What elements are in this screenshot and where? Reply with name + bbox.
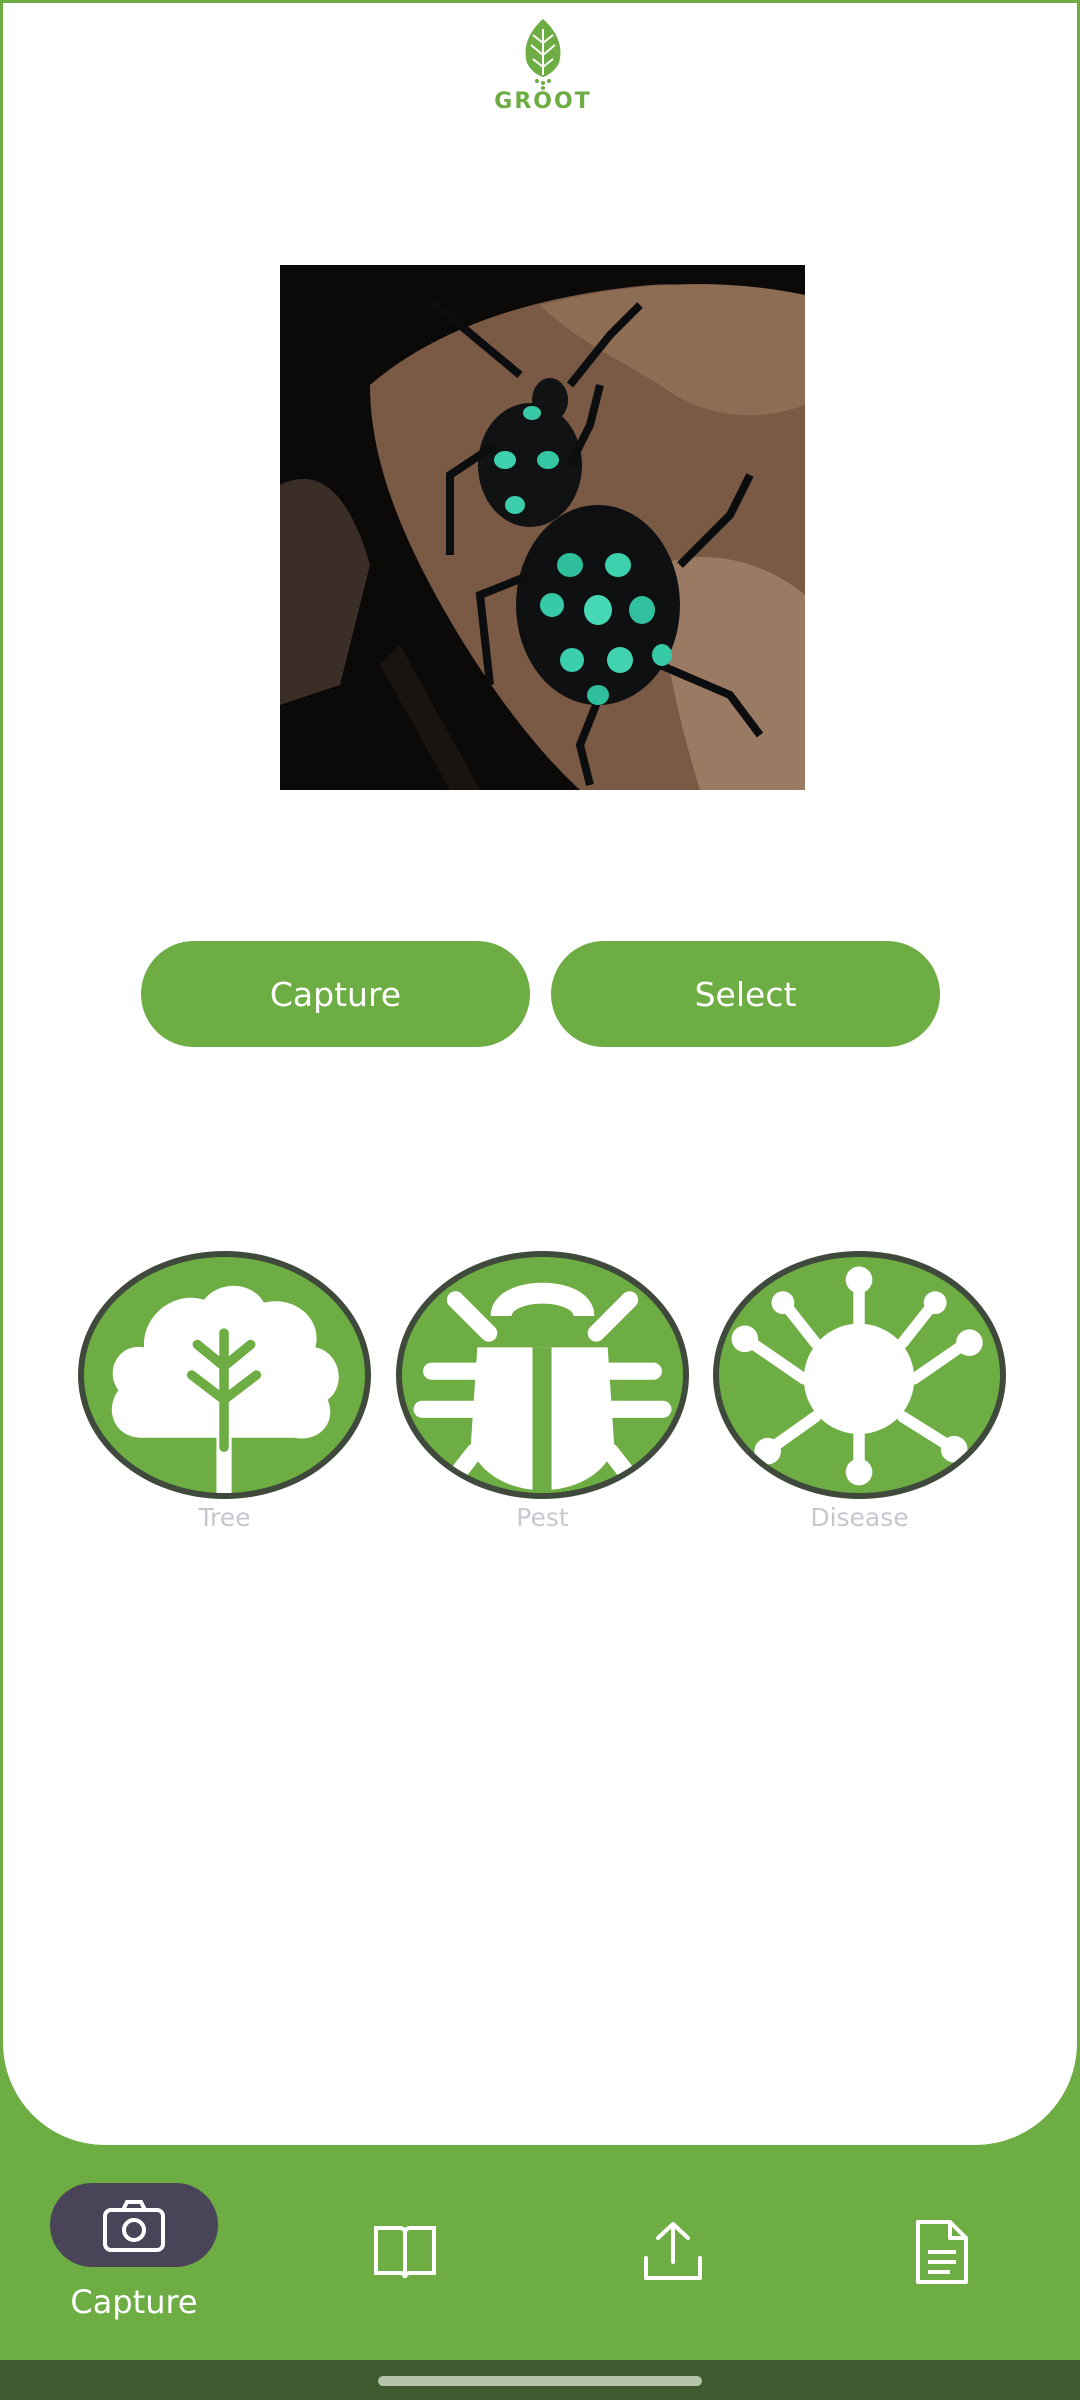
disease-label: Disease	[810, 1503, 909, 1532]
beetle-photo	[280, 265, 805, 790]
virus-icon	[731, 1266, 983, 1486]
nav-item-guide[interactable]	[320, 2180, 490, 2330]
pest-category-button[interactable]	[396, 1251, 689, 1499]
main-panel: GROOT Capture Select Tree Pest Disease	[0, 0, 1080, 2148]
bug-icon	[413, 1282, 672, 1493]
leaf-logo-icon	[525, 19, 561, 90]
app-logo-text: GROOT	[494, 89, 592, 114]
nav-label-capture: Capture	[70, 2283, 198, 2321]
document-icon	[916, 2220, 968, 2284]
tree-icon	[111, 1285, 339, 1493]
disease-category-button[interactable]	[713, 1251, 1006, 1499]
camera-icon	[103, 2200, 165, 2252]
image-preview	[280, 265, 805, 790]
nav-item-reports[interactable]	[858, 2180, 1028, 2330]
pest-label: Pest	[516, 1503, 569, 1532]
select-button[interactable]: Select	[551, 941, 940, 1047]
nav-item-upload[interactable]	[588, 2180, 758, 2330]
tree-category-button[interactable]	[78, 1251, 371, 1499]
capture-button[interactable]: Capture	[141, 941, 530, 1047]
gesture-handle[interactable]	[378, 2376, 702, 2386]
tree-label: Tree	[198, 1503, 251, 1532]
book-icon	[374, 2226, 436, 2279]
upload-icon	[644, 2222, 702, 2280]
app-logo: GROOT	[493, 15, 593, 115]
